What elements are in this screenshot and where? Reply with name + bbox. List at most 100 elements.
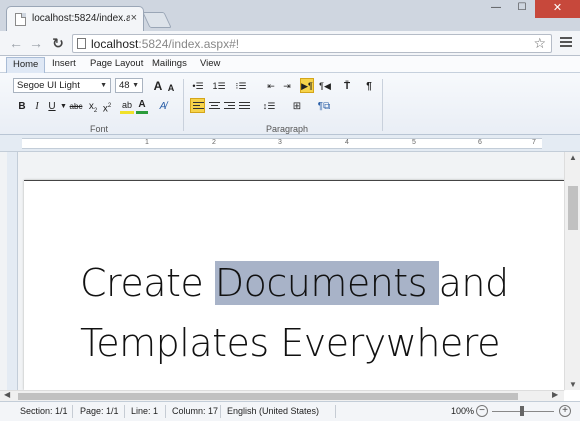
maximize-button[interactable]: ☐ [509,0,535,18]
browser-tab[interactable]: localhost:5824/index.aspx × [6,6,144,32]
font-name-value: Segoe UI Light [17,80,80,91]
vertical-scrollbar[interactable]: ▲ ▼ [564,152,580,390]
pilcrow-button[interactable]: ¶ [363,79,375,94]
tab-insert[interactable]: Insert [46,57,82,73]
underline-button[interactable]: U [46,99,58,114]
address-bar[interactable]: localhost:5824/index.aspx#! ☆ [72,34,552,53]
justify-icon[interactable] [237,99,252,114]
url-host: localhost [91,37,139,51]
ruler-number: 4 [345,139,349,146]
document-page[interactable]: Create Documents and Templates Everywher… [24,180,564,390]
tab-title: localhost:5824/index.aspx [32,13,130,24]
borders-icon[interactable]: ⊞ [288,99,306,114]
horizontal-scrollbar[interactable]: ◀ ▶ [0,390,564,401]
status-separator [72,405,73,418]
shrink-font-button[interactable]: A [166,81,176,96]
tab-close-icon[interactable]: × [131,12,137,24]
ribbon: Segoe UI Light ▼ 48 ▼ A A B I U ▼ abc x2… [0,73,580,135]
browser-toolbar: ← → ↻ localhost:5824/index.aspx#! ☆ [0,31,580,56]
ruler-number: 2 [212,139,216,146]
show-hidden-symbols-icon[interactable]: ▶¶ [300,78,314,93]
strikethrough-button[interactable]: abc [68,99,84,114]
ruler-number: 5 [412,139,416,146]
status-column: Column: 17 [172,406,219,416]
tab-home[interactable]: Home [6,57,46,73]
font-name-select[interactable]: Segoe UI Light ▼ [13,78,111,93]
chevron-down-icon[interactable]: ▼ [60,99,67,114]
text-line-1: Create Documents and [80,253,509,313]
align-right-icon[interactable] [222,99,237,114]
selected-text: Documents [214,261,439,305]
scroll-right-icon[interactable]: ▶ [552,390,558,399]
vertical-ruler[interactable] [7,152,18,390]
browser-menu-icon[interactable] [560,37,572,49]
new-tab-button[interactable] [142,12,172,28]
scroll-down-icon[interactable]: ▼ [565,380,580,389]
rtl-paragraph-icon[interactable]: ¶◀ [318,79,332,94]
decrease-indent-icon[interactable]: ⇤ [265,79,277,94]
tab-mailings[interactable]: Mailings [146,57,193,73]
url-path: :5824/index.aspx#! [138,37,240,51]
tab-view[interactable]: View [194,57,226,73]
ribbon-tab-bar: Home Insert Page Layout Mailings View [0,56,580,73]
grow-font-button[interactable]: A [152,79,164,94]
line-spacing-icon[interactable]: ↕☰ [259,99,279,114]
italic-button[interactable]: I [32,99,42,114]
multilevel-list-icon[interactable]: ⁝☰ [232,79,250,94]
paragraph-settings-icon[interactable]: ¶⧉ [316,99,332,114]
status-separator [220,405,221,418]
align-left-icon[interactable] [190,98,205,113]
font-color-button[interactable]: A [136,99,148,114]
highlight-color-icon[interactable]: ab [120,99,134,114]
minimize-button[interactable]: — [483,0,509,18]
text-line-2: Templates Everywhere [80,321,500,365]
ruler-number: 1 [145,139,149,146]
forward-icon[interactable]: → [28,35,44,51]
group-separator [183,79,184,131]
zoom-out-button[interactable]: − [476,405,488,417]
bookmark-star-icon[interactable]: ☆ [533,35,546,52]
back-icon[interactable]: ← [8,35,24,51]
status-separator [165,405,166,418]
document-text[interactable]: Create Documents and Templates Everywher… [80,253,509,373]
ruler-number: 7 [532,139,536,146]
document-canvas: Create Documents and Templates Everywher… [0,152,564,390]
status-line: Line: 1 [131,406,159,416]
align-center-icon[interactable] [207,99,222,114]
reload-icon[interactable]: ↻ [50,35,66,51]
text-and: and [438,261,510,305]
page-icon [77,38,86,49]
chevron-down-icon: ▼ [132,82,139,89]
bold-button[interactable]: B [16,99,28,114]
clear-formatting-icon[interactable]: A̸ [156,99,170,114]
ruler-track: 1 2 3 4 5 6 7 [22,138,542,149]
status-section: Section: 1/1 [20,406,68,416]
status-language[interactable]: English (United States) [227,406,319,416]
scroll-left-icon[interactable]: ◀ [4,390,10,399]
font-group-label: Font [90,124,109,134]
numbering-icon[interactable]: 1☰ [210,79,228,94]
status-separator [124,405,125,418]
increase-indent-icon[interactable]: ⇥ [281,79,293,94]
status-bar: Section: 1/1 Page: 1/1 Line: 1 Column: 1… [0,401,580,421]
scroll-thumb[interactable] [568,186,578,230]
close-window-button[interactable]: ✕ [535,0,580,18]
subscript-button[interactable]: x2 [86,99,100,114]
scroll-thumb[interactable] [18,393,518,400]
tab-page-layout[interactable]: Page Layout [84,57,149,73]
status-page: Page: 1/1 [80,406,119,416]
chevron-down-icon: ▼ [100,82,107,89]
ruler-number: 3 [278,139,282,146]
text-create: Create [80,261,215,305]
zoom-in-button[interactable]: + [559,405,571,417]
scroll-up-icon[interactable]: ▲ [565,153,580,162]
zoom-level: 100% [451,406,475,416]
horizontal-ruler[interactable]: 1 2 3 4 5 6 7 [0,135,580,152]
font-size-select[interactable]: 48 ▼ [115,78,143,93]
zoom-slider-handle[interactable] [520,406,524,416]
url-text[interactable]: localhost:5824/index.aspx#! [91,37,239,51]
superscript-button[interactable]: x2 [100,99,114,114]
bullets-icon[interactable]: •☰ [189,79,207,94]
group-separator [382,79,383,131]
text-box-icon[interactable]: T̄ [340,79,354,94]
